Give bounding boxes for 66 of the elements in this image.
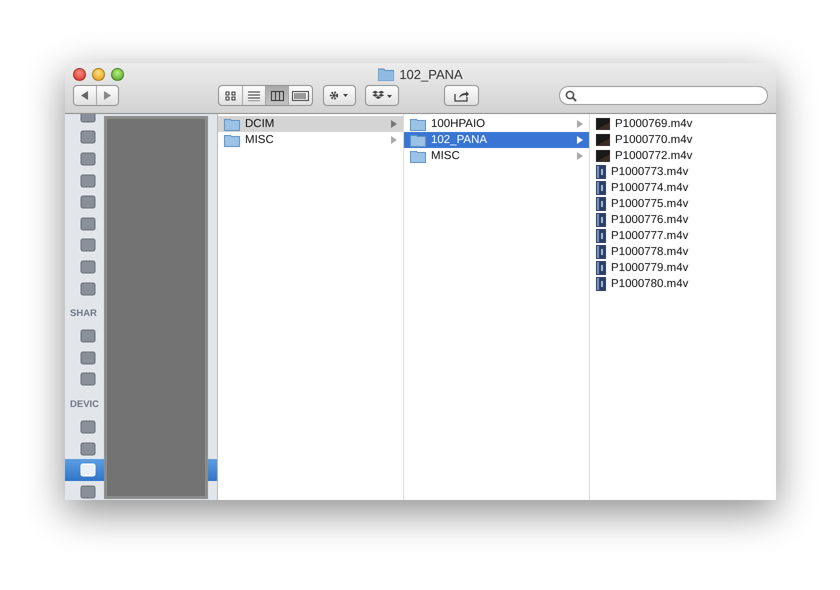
file-row[interactable]: P1000776.m4v [590,212,776,228]
file-name: DCIM [245,118,276,130]
cover-flow-icon [292,90,310,100]
file-name: P1000770.m4v [615,134,694,146]
gear-icon [328,90,350,101]
file-row[interactable]: P1000779.m4v [590,260,776,276]
file-name: MISC [431,150,461,162]
sidebar-section-header: DEVIC [69,398,100,412]
file-name: P1000769.m4v [615,118,694,130]
back-arrow-icon [80,91,89,100]
search-icon [565,90,578,102]
file-name: MISC [245,134,275,146]
file-name: P1000775.m4v [611,198,690,210]
file-row[interactable]: P1000772.m4v [590,148,776,164]
movie-file-icon [596,229,606,243]
file-row[interactable]: 102_PANA [404,132,589,148]
file-row[interactable]: P1000778.m4v [590,244,776,260]
movie-file-icon [596,245,606,259]
file-name: P1000776.m4v [611,214,690,226]
file-row[interactable]: MISC [218,132,403,148]
share-button[interactable] [444,85,480,106]
file-row[interactable]: P1000780.m4v [590,276,776,292]
list-icon [248,90,260,100]
view-mode-control[interactable] [218,85,313,106]
file-name: 102_PANA [431,134,488,146]
view-mode-button[interactable] [266,86,290,105]
file-name: P1000777.m4v [611,230,690,242]
zoom-button[interactable] [111,68,124,81]
video-thumbnail-icon [596,118,610,130]
columns-icon [270,90,284,100]
search-field[interactable] [559,86,768,105]
file-row[interactable]: P1000774.m4v [590,180,776,196]
movie-file-icon [596,261,606,275]
movie-file-icon [596,213,606,227]
video-thumbnail-icon [596,150,610,162]
close-button[interactable] [73,68,86,81]
file-row[interactable]: P1000769.m4v [590,116,776,132]
file-row[interactable]: MISC [404,148,589,164]
file-name: P1000774.m4v [611,182,690,194]
movie-file-icon [596,277,606,291]
file-name: 100HPAIO [431,118,486,130]
share-icon [454,90,470,102]
file-name: P1000780.m4v [611,278,690,290]
movie-file-icon [596,181,606,195]
file-row[interactable]: 100HPAIO [404,116,589,132]
file-name: P1000772.m4v [615,150,694,162]
file-row[interactable]: P1000773.m4v [590,164,776,180]
window-title: 102_PANA [399,67,463,82]
icon-grid-icon [224,90,236,100]
forward-arrow-icon [103,91,112,100]
dropbox-menu-button[interactable] [364,85,399,106]
file-row[interactable]: P1000775.m4v [590,196,776,212]
sidebar-item[interactable] [65,459,104,481]
file-row[interactable]: P1000770.m4v [590,132,776,148]
action-menu-button[interactable] [322,85,356,106]
video-thumbnail-icon [596,134,610,146]
minimize-button[interactable] [92,68,105,81]
movie-file-icon [596,165,606,179]
movie-file-icon [596,197,606,211]
file-name: P1000778.m4v [611,246,690,258]
back-forward-control[interactable] [73,85,120,106]
sidebar-section-header: SHAR [69,307,98,322]
file-name: P1000779.m4v [611,262,690,274]
file-row[interactable]: P1000777.m4v [590,228,776,244]
file-name: P1000773.m4v [611,166,690,178]
file-row[interactable]: DCIM [218,116,403,132]
